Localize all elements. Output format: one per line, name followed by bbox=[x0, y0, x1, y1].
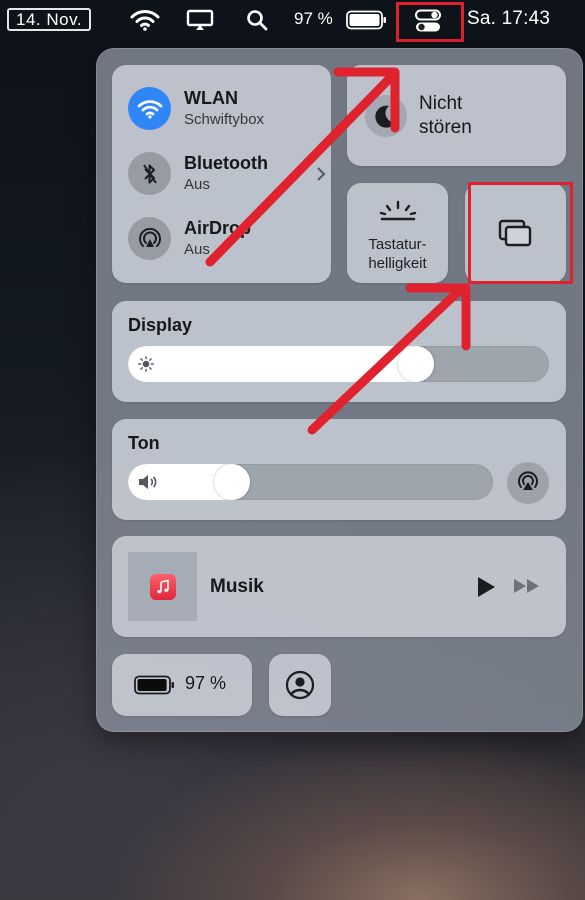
airplay-audio-icon bbox=[516, 469, 540, 498]
battery-icon bbox=[134, 675, 176, 700]
menubar-battery-percent: 97 % bbox=[294, 9, 333, 28]
keyboard-brightness-icon bbox=[378, 199, 418, 230]
display-title: Display bbox=[128, 315, 193, 335]
volume-slider-knob[interactable] bbox=[214, 464, 250, 500]
volume-slider[interactable] bbox=[128, 464, 493, 500]
airplay-audio-button[interactable] bbox=[507, 462, 549, 504]
display-tile: Display bbox=[112, 301, 566, 402]
display-icon[interactable] bbox=[186, 9, 214, 36]
sound-tile: Ton bbox=[112, 419, 566, 520]
airdrop-status: Aus bbox=[184, 241, 210, 258]
menubar-date[interactable]: 14. Nov. bbox=[7, 8, 92, 31]
bluetooth-label: Bluetooth bbox=[184, 153, 268, 173]
control-center-highlight-box bbox=[396, 2, 464, 42]
album-art bbox=[128, 552, 197, 621]
wifi-icon[interactable] bbox=[128, 87, 171, 130]
bluetooth-toggle[interactable]: Bluetooth Aus bbox=[128, 152, 328, 196]
battery-icon[interactable] bbox=[346, 10, 388, 35]
sound-title: Ton bbox=[128, 433, 160, 453]
music-title: Musik bbox=[210, 576, 264, 597]
sun-icon bbox=[138, 356, 154, 377]
chevron-right-icon[interactable] bbox=[316, 166, 326, 187]
battery-tile[interactable]: 97 % bbox=[112, 654, 252, 716]
user-tile[interactable] bbox=[269, 654, 331, 716]
battery-percent-label: 97 % bbox=[185, 673, 227, 693]
menu-bar: 14. Nov. 97 % Sa. 17:43 bbox=[0, 0, 585, 42]
do-not-disturb-tile[interactable]: Nicht stören bbox=[347, 65, 566, 166]
now-playing-tile[interactable]: Musik bbox=[112, 536, 566, 637]
wlan-toggle[interactable]: WLAN Schwiftybox bbox=[128, 87, 328, 131]
fast-forward-icon[interactable] bbox=[513, 578, 541, 599]
wlan-label: WLAN bbox=[184, 88, 238, 108]
keyboard-brightness-tile[interactable]: Tastatur- helligkeit bbox=[347, 183, 448, 283]
bluetooth-icon[interactable] bbox=[128, 152, 171, 195]
do-not-disturb-label: Nicht stören bbox=[419, 93, 472, 138]
moon-icon bbox=[365, 95, 407, 137]
connectivity-tile: WLAN Schwiftybox Bluetooth Aus AirDrop A… bbox=[112, 65, 331, 283]
airdrop-label: AirDrop bbox=[184, 218, 251, 238]
search-icon[interactable] bbox=[246, 9, 268, 36]
wlan-network-name: Schwiftybox bbox=[184, 111, 265, 128]
speaker-icon bbox=[138, 474, 158, 495]
bluetooth-status: Aus bbox=[184, 176, 210, 193]
display-brightness-slider[interactable] bbox=[128, 346, 549, 382]
keyboard-brightness-label: Tastatur- helligkeit bbox=[368, 236, 427, 272]
play-icon[interactable] bbox=[476, 576, 496, 603]
screen-mirroring-highlight-box bbox=[468, 182, 573, 284]
airdrop-icon[interactable] bbox=[128, 217, 171, 260]
wifi-icon[interactable] bbox=[130, 9, 160, 36]
music-app-icon bbox=[149, 573, 176, 600]
display-slider-fill bbox=[128, 346, 434, 382]
airdrop-toggle[interactable]: AirDrop Aus bbox=[128, 217, 328, 261]
control-center-panel: WLAN Schwiftybox Bluetooth Aus AirDrop A… bbox=[96, 48, 583, 732]
menubar-clock[interactable]: Sa. 17:43 bbox=[467, 8, 550, 30]
display-slider-knob[interactable] bbox=[398, 346, 434, 382]
user-icon bbox=[285, 670, 315, 705]
